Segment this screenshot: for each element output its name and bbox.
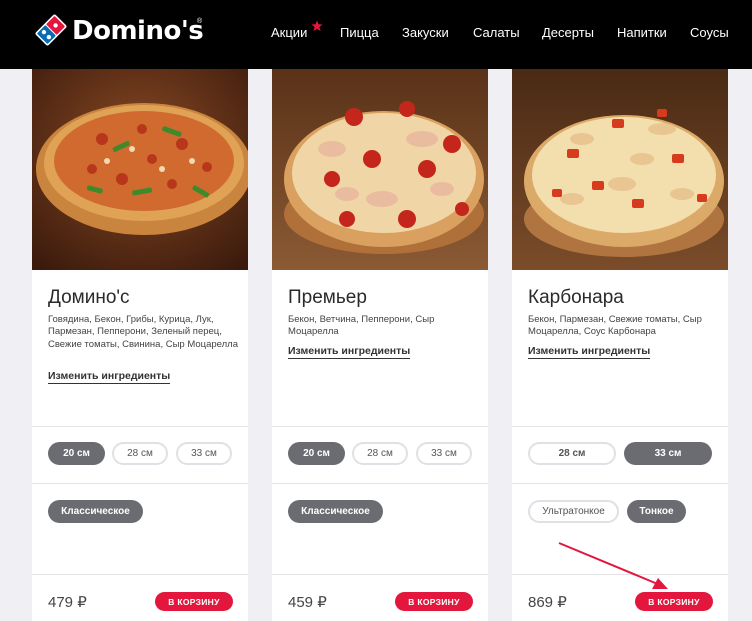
domino-tile-icon	[35, 14, 67, 46]
nav-desserts[interactable]: Десерты	[542, 25, 594, 45]
pizza-title: Карбонара	[528, 287, 624, 308]
divider	[272, 483, 488, 484]
add-to-cart-button[interactable]: В КОРЗИНУ	[635, 592, 713, 611]
divider	[32, 574, 248, 575]
star-icon	[311, 20, 323, 31]
pizza-image[interactable]	[512, 69, 728, 270]
divider	[512, 426, 728, 427]
brand-name: Domino's	[72, 16, 204, 46]
pizza-title: Домино'с	[48, 287, 130, 308]
nav-sauces[interactable]: Соусы	[690, 25, 729, 45]
divider	[272, 574, 488, 575]
size-28-button[interactable]: 28 см	[352, 442, 408, 465]
crust-ultrathin-button[interactable]: Ультратонкое	[528, 500, 619, 523]
size-33-button[interactable]: 33 см	[624, 442, 712, 465]
size-20-button[interactable]: 20 см	[288, 442, 345, 465]
edit-ingredients-link[interactable]: Изменить ингредиенты	[288, 345, 411, 359]
pizza-card: Карбонара Бекон, Пармезан, Свежие томаты…	[512, 69, 728, 621]
pizza-ingredients: Бекон, Пармезан, Свежие томаты, Сыр Моца…	[528, 314, 702, 338]
pizza-ingredients: Говядина, Бекон, Грибы, Курица, Лук, Пар…	[48, 314, 238, 350]
price: 459 ₽	[288, 594, 327, 611]
edit-ingredients-link[interactable]: Изменить ингредиенты	[528, 345, 651, 359]
size-33-button[interactable]: 33 см	[176, 442, 232, 465]
add-to-cart-button[interactable]: В КОРЗИНУ	[155, 592, 233, 611]
edit-ingredients-link[interactable]: Изменить ингредиенты	[48, 370, 171, 384]
price: 479 ₽	[48, 594, 87, 611]
registered-mark: ®	[197, 18, 203, 25]
add-to-cart-button[interactable]: В КОРЗИНУ	[395, 592, 473, 611]
nav-drinks[interactable]: Напитки	[617, 25, 667, 45]
top-header: Domino's ® Акции Пицца Закуски Салаты Де…	[0, 0, 752, 69]
divider	[32, 483, 248, 484]
pizza-title: Премьер	[288, 287, 367, 308]
size-33-button[interactable]: 33 см	[416, 442, 472, 465]
size-28-button[interactable]: 28 см	[528, 442, 616, 465]
nav-promotions[interactable]: Акции	[271, 25, 307, 45]
dominos-logo[interactable]: Domino's ®	[35, 12, 205, 52]
crust-thin-button[interactable]: Тонкое	[627, 500, 686, 523]
size-28-button[interactable]: 28 см	[112, 442, 168, 465]
divider	[32, 426, 248, 427]
crust-classic-button[interactable]: Классическое	[288, 500, 383, 523]
crust-classic-button[interactable]: Классическое	[48, 500, 143, 523]
pizza-card: Домино'с Говядина, Бекон, Грибы, Курица,…	[32, 69, 248, 621]
divider	[512, 574, 728, 575]
pizza-ingredients: Бекон, Ветчина, Пепперони, Сыр Моцарелла	[288, 314, 435, 338]
divider	[272, 426, 488, 427]
divider	[512, 483, 728, 484]
size-20-button[interactable]: 20 см	[48, 442, 105, 465]
nav-snacks[interactable]: Закуски	[402, 25, 449, 45]
pizza-card: Премьер Бекон, Ветчина, Пепперони, Сыр М…	[272, 69, 488, 621]
price: 869 ₽	[528, 594, 567, 611]
nav-salads[interactable]: Салаты	[473, 25, 520, 45]
pizza-image[interactable]	[32, 69, 248, 270]
nav-pizza[interactable]: Пицца	[340, 25, 379, 45]
pizza-image[interactable]	[272, 69, 488, 270]
